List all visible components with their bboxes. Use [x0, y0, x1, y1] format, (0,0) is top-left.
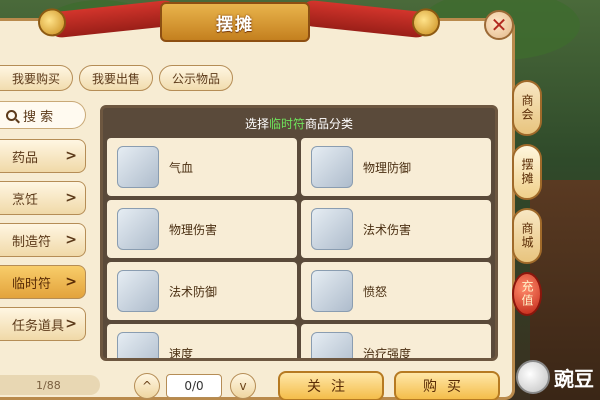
chevron-right-icon: > [65, 232, 77, 248]
follow-button[interactable]: 关注 [278, 371, 384, 400]
close-button[interactable]: ✕ [484, 10, 514, 40]
watermark-logo-icon [516, 360, 550, 394]
stall-panel: 我要购买 我要出售 公示物品 搜 索 药品 > 烹饪 > 制造符 > 临时符 >… [0, 18, 515, 400]
talisman-icon [311, 208, 353, 250]
buy-button[interactable]: 购买 [394, 371, 500, 400]
item-cell[interactable]: 物理伤害 [107, 200, 297, 258]
buy-label: 购买 [423, 379, 471, 395]
item-label: 物理防御 [363, 160, 412, 175]
side-tab-mall[interactable]: 商城 [512, 208, 542, 264]
page-prev-button[interactable]: ^ [134, 373, 160, 399]
item-label: 速度 [169, 346, 194, 361]
item-label: 治疗强度 [363, 346, 412, 361]
watermark: 豌豆 [516, 360, 594, 394]
capacity-indicator: 1/88 [0, 375, 100, 395]
tab-public-items[interactable]: 公示物品 [159, 65, 234, 91]
page-next-button[interactable]: v [230, 373, 256, 399]
search-icon [6, 109, 17, 121]
category-crafting-talisman[interactable]: 制造符 > [0, 223, 86, 257]
chevron-right-icon: > [65, 274, 77, 290]
item-cell[interactable]: 愤怒 [301, 262, 491, 320]
follow-label: 关注 [307, 379, 355, 395]
bottom-bar: 1/88 ^ 0/0 v 关注 购买 [0, 371, 515, 400]
item-label: 法术防御 [169, 284, 218, 299]
side-tab-stall[interactable]: 摆摊 [512, 144, 542, 200]
tab-buy[interactable]: 我要购买 [0, 65, 74, 91]
talisman-icon [117, 208, 159, 250]
item-cell[interactable]: 气血 [107, 138, 297, 196]
item-label: 物理伤害 [169, 222, 218, 237]
side-tab-recharge[interactable]: 充值 [512, 272, 542, 316]
header-suffix: 商品分类 [305, 116, 354, 131]
tab-sell[interactable]: 我要出售 [79, 65, 154, 91]
category-medicine[interactable]: 药品 > [0, 139, 86, 173]
header-prefix: 选择 [244, 116, 269, 131]
talisman-icon [311, 332, 353, 358]
item-label: 气血 [169, 160, 194, 175]
category-quest-items[interactable]: 任务道具 > [0, 307, 86, 341]
category-cooking[interactable]: 烹饪 > [0, 181, 86, 215]
category-temporary-talisman[interactable]: 临时符 > [0, 265, 86, 299]
item-cell[interactable]: 治疗强度 [301, 324, 491, 361]
page-indicator: 0/0 [166, 374, 222, 398]
item-cell[interactable]: 速度 [107, 324, 297, 361]
talisman-icon [117, 332, 159, 358]
talisman-icon [311, 270, 353, 312]
watermark-text: 豌豆 [554, 366, 594, 391]
search-button[interactable]: 搜 索 [0, 101, 86, 129]
chevron-right-icon: > [65, 148, 77, 164]
category-sidebar: 搜 索 药品 > 烹饪 > 制造符 > 临时符 > 任务道具 > [0, 101, 86, 349]
side-tab-chamber[interactable]: 商会 [512, 80, 542, 136]
side-nav: 商会 摆摊 商城 充值 [512, 80, 544, 324]
talisman-icon [117, 270, 159, 312]
item-label: 法术伤害 [363, 222, 412, 237]
item-cell[interactable]: 物理防御 [301, 138, 491, 196]
category-label: 烹饪 [12, 192, 39, 208]
talisman-icon [311, 146, 353, 188]
chevron-right-icon: > [65, 316, 77, 332]
chevron-up-icon: ^ [141, 379, 153, 393]
category-label: 药品 [12, 150, 39, 166]
title-text: 摆摊 [216, 14, 254, 35]
category-label: 临时符 [12, 276, 52, 292]
talisman-icon [117, 146, 159, 188]
item-cell[interactable]: 法术防御 [107, 262, 297, 320]
item-category-list: 选择 临时符 商品分类 气血 物理防御 物理伤害 法术伤害 法术防御 愤怒 速度… [100, 105, 498, 361]
item-label: 愤怒 [363, 284, 388, 299]
header-highlight: 临时符 [268, 116, 305, 131]
chevron-down-icon: v [239, 379, 247, 393]
window-title: 摆摊 [160, 2, 310, 42]
top-tabs: 我要购买 我要出售 公示物品 [0, 65, 234, 91]
category-label: 制造符 [12, 234, 52, 250]
search-label: 搜 索 [23, 109, 54, 125]
close-icon: ✕ [490, 13, 508, 37]
item-grid: 气血 物理防御 物理伤害 法术伤害 法术防御 愤怒 速度 治疗强度 [103, 138, 495, 361]
content-header: 选择 临时符 商品分类 [103, 108, 495, 138]
category-label: 任务道具 [12, 318, 65, 334]
item-cell[interactable]: 法术伤害 [301, 200, 491, 258]
chevron-right-icon: > [65, 190, 77, 206]
